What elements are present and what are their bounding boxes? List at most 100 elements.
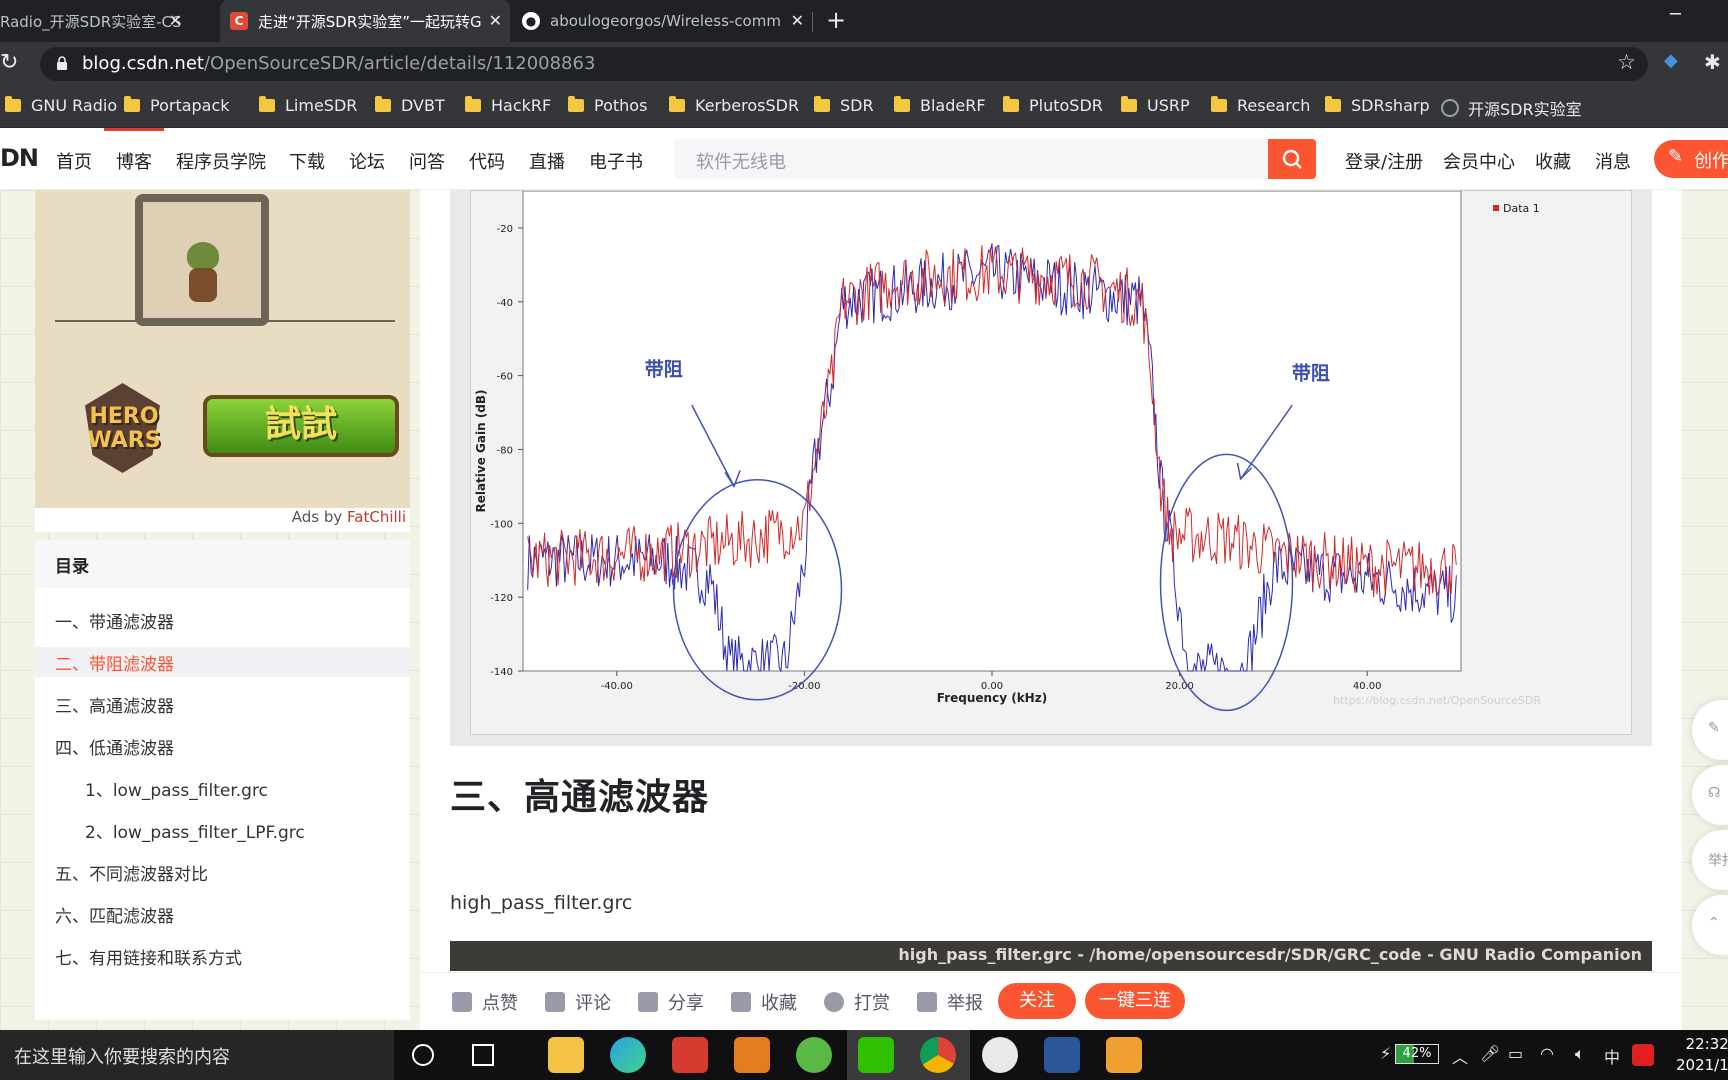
collect-button[interactable]: 收藏 (731, 989, 797, 1015)
tab-radio-csdn[interactable]: Radio_开源SDR实验室-CS ✕ (0, 0, 190, 42)
folder-icon (124, 96, 140, 112)
hero-wars-logo: HERO WARS (60, 375, 185, 475)
close-icon[interactable]: ✕ (169, 11, 182, 30)
report-widget-label: 举报 (1708, 853, 1728, 869)
search-app-icon[interactable] (734, 1037, 770, 1073)
bookmark-portapack[interactable]: Portapack (124, 96, 230, 115)
bookmark-hackrf[interactable]: HackRF (465, 96, 551, 115)
reload-icon[interactable]: ↻ (0, 50, 18, 75)
bookmark-label: PlutoSDR (1029, 96, 1103, 115)
task-view-icon[interactable] (472, 1044, 494, 1066)
bookmark-plutosdr[interactable]: PlutoSDR (1003, 96, 1103, 115)
tab-active-article[interactable]: C 走进“开源SDR实验室”一起玩转G ✕ (220, 0, 510, 42)
nav-academy[interactable]: 程序员学院 (176, 148, 266, 174)
ads-brand-link[interactable]: FatChilli (347, 508, 406, 526)
system-clock[interactable]: 22:32 2021/1 (1676, 1034, 1728, 1076)
search-button[interactable] (1268, 139, 1316, 179)
cortana-icon[interactable] (412, 1044, 434, 1066)
word-icon[interactable] (1044, 1037, 1080, 1073)
toc-item[interactable]: 五、不同滤波器对比 (55, 860, 208, 885)
show-hidden-icons[interactable]: ︿ (1452, 1044, 1468, 1068)
bookmark-gnu-radio[interactable]: GNU Radio (5, 96, 117, 115)
wifi-icon[interactable]: ◠ (1540, 1044, 1554, 1063)
comment-icon (545, 992, 565, 1012)
toc-item-active[interactable]: 二、带阻滤波器 (55, 650, 174, 675)
file-explorer-icon[interactable] (548, 1037, 584, 1073)
puzzle-extensions-icon[interactable]: ✱ (1704, 50, 1721, 74)
y-tick-label: -20 (497, 224, 513, 235)
reward-button[interactable]: 打赏 (824, 989, 890, 1015)
battery-indicator[interactable]: 42% (1395, 1044, 1439, 1064)
toc-item[interactable]: 一、带通滤波器 (55, 608, 174, 633)
chrome-icon[interactable] (920, 1037, 956, 1073)
toc-subitem[interactable]: 1、low_pass_filter.grc (85, 776, 268, 801)
login-register-link[interactable]: 登录/注册 (1345, 148, 1423, 174)
nav-live[interactable]: 直播 (529, 148, 565, 174)
app-green-icon[interactable] (796, 1037, 832, 1073)
volume-icon[interactable]: 🔈︎ (1575, 1044, 1585, 1064)
bookmark-star-icon[interactable]: ☆ (1617, 50, 1636, 74)
folder-icon (259, 96, 275, 112)
comment-label: 评论 (575, 993, 611, 1014)
new-tab-button[interactable]: + (826, 6, 846, 34)
nav-code[interactable]: 代码 (469, 148, 505, 174)
bookmark-usrp[interactable]: USRP (1121, 96, 1190, 115)
toc-item[interactable]: 七、有用链接和联系方式 (55, 944, 242, 969)
toc-item[interactable]: 六、匹配滤波器 (55, 902, 174, 927)
hero-wars-ad[interactable]: HERO WARS 試試 (35, 190, 410, 532)
bookmark-dvbt[interactable]: DVBT (375, 96, 445, 115)
back-to-top-widget[interactable]: ⌃ (1692, 895, 1728, 955)
wechat-icon[interactable] (858, 1037, 894, 1073)
taskbar-search-input[interactable]: 在这里输入你要搜索的内容 (0, 1030, 394, 1080)
bookmark-limesdr[interactable]: LimeSDR (259, 96, 357, 115)
follow-button[interactable]: 关注 (998, 983, 1076, 1019)
app-red-icon[interactable] (672, 1037, 708, 1073)
edit-widget[interactable]: ✎ (1692, 700, 1728, 760)
bookmark-bladerf[interactable]: BladeRF (894, 96, 986, 115)
messages-link[interactable]: 消息 (1595, 148, 1631, 174)
toc-subitem[interactable]: 2、low_pass_filter_LPF.grc (85, 818, 305, 843)
vip-center-link[interactable]: 会员中心 (1443, 148, 1515, 174)
nav-download[interactable]: 下载 (289, 148, 325, 174)
bookmark-sdr[interactable]: SDR (814, 96, 874, 115)
minimize-button[interactable]: ─ (1670, 4, 1681, 25)
toc-item[interactable]: 三、高通滤波器 (55, 692, 174, 717)
support-widget[interactable]: ☊ (1692, 765, 1728, 825)
ad-try-button[interactable]: 試試 (203, 395, 399, 457)
tab-github[interactable]: ● aboulogeorgos/Wireless-comm ✕ (522, 0, 812, 42)
nav-ebook[interactable]: 电子书 (589, 148, 643, 174)
app-window-icon[interactable] (1106, 1037, 1142, 1073)
article-body: -20 -40 -60 -80 -100 -120 -140 -40.00 -20.00 0.00… (420, 190, 1682, 1030)
microphone-icon[interactable]: 🎤︎ (1480, 1044, 1500, 1063)
triple-action-button[interactable]: 一键三连 (1085, 983, 1185, 1019)
extension-icon[interactable]: ◆ (1664, 50, 1688, 74)
ime-indicator[interactable]: 中 (1604, 1044, 1620, 1068)
bookmark-sdrsharp[interactable]: SDRsharp (1325, 96, 1430, 115)
bookmark-pothos[interactable]: Pothos (568, 96, 647, 115)
sogou-ime-icon[interactable] (1632, 1044, 1654, 1066)
folder-icon (669, 96, 685, 112)
share-button[interactable]: 分享 (638, 989, 704, 1015)
power-icon[interactable]: ▭ (1508, 1044, 1523, 1063)
close-icon[interactable]: ✕ (791, 11, 804, 30)
nav-home[interactable]: 首页 (56, 148, 92, 174)
toc-item[interactable]: 四、低通滤波器 (55, 734, 174, 759)
report-widget[interactable]: 举报 (1692, 830, 1728, 890)
search-input[interactable]: 软件无线电 (674, 139, 1268, 179)
like-button[interactable]: 点赞 (452, 989, 518, 1015)
bookmark-kerberossdr[interactable]: KerberosSDR (669, 96, 799, 115)
edge-browser-icon[interactable] (610, 1037, 646, 1073)
report-button[interactable]: 举报 (917, 989, 983, 1015)
csdn-logo[interactable]: DN (0, 144, 39, 172)
nav-blog[interactable]: 博客 (116, 148, 152, 174)
omnibox[interactable]: blog.csdn.net/OpenSourceSDR/article/deta… (40, 47, 1648, 81)
app-circle-icon[interactable] (982, 1037, 1018, 1073)
create-button[interactable]: ✎ 创作 (1654, 140, 1728, 178)
bookmark-research[interactable]: Research (1211, 96, 1310, 115)
bookmark-opensourcesdr-lab[interactable]: 开源SDR实验室 (1441, 96, 1582, 120)
nav-forum[interactable]: 论坛 (349, 148, 385, 174)
favorites-link[interactable]: 收藏 (1535, 148, 1571, 174)
comment-button[interactable]: 评论 (545, 989, 611, 1015)
close-icon[interactable]: ✕ (489, 11, 502, 30)
nav-qa[interactable]: 问答 (409, 148, 445, 174)
